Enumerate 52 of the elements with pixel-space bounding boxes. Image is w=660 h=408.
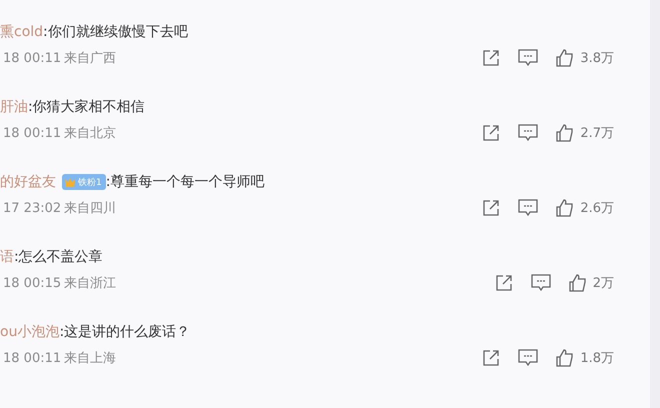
share-button[interactable] (482, 49, 500, 67)
thumbs-up-icon (556, 124, 574, 142)
share-icon (482, 349, 500, 367)
comment-icon (530, 274, 551, 292)
thumbs-up-icon (568, 274, 587, 292)
like-button[interactable]: 1.8万 (556, 349, 614, 367)
comment-text: :你们就继续傲慢下去吧 (43, 23, 188, 41)
user-name[interactable]: ou小泡泡 (0, 323, 60, 341)
like-button[interactable]: 2.7万 (556, 124, 614, 142)
comment-text: :尊重每一个每一个导师吧 (106, 173, 264, 191)
comment-time: 17 23:02 (3, 200, 62, 216)
comment-icon (518, 49, 538, 67)
comment-time: 18 00:11 (3, 50, 62, 66)
like-button[interactable]: 2.6万 (556, 199, 614, 217)
comment-icon (518, 199, 538, 217)
comment-icon (518, 124, 538, 142)
comment-text: :你猜大家相不相信 (28, 98, 145, 116)
comment-time: 18 00:11 (3, 350, 62, 366)
like-button[interactable]: 2万 (568, 274, 614, 292)
share-button[interactable] (482, 199, 500, 217)
reply-button[interactable] (530, 274, 551, 292)
thumbs-up-icon (556, 199, 574, 217)
user-name[interactable]: 的好盆友 (0, 173, 56, 191)
comment-icon (518, 349, 538, 367)
user-name[interactable]: 肝油 (0, 98, 28, 116)
user-name[interactable]: 语 (0, 248, 14, 266)
comment-time: 18 00:15 (3, 276, 62, 290)
badge-label: 铁粉1 (78, 176, 102, 188)
share-icon (482, 49, 500, 67)
reply-button[interactable] (518, 124, 538, 142)
fan-badge-icon (64, 176, 76, 188)
user-name[interactable]: 熏cold (0, 23, 44, 41)
comment-location: 来自上海 (64, 350, 116, 367)
reply-button[interactable] (518, 49, 538, 67)
like-button[interactable]: 3.8万 (556, 49, 614, 67)
thumbs-up-icon (556, 49, 574, 67)
reply-button[interactable] (518, 199, 538, 217)
share-button[interactable] (482, 124, 500, 142)
comment-location: 来自四川 (64, 200, 116, 217)
thumbs-up-icon (556, 349, 574, 367)
share-icon (482, 199, 500, 217)
comment-text: :怎么不盖公章 (14, 248, 103, 266)
comment-location: 来自北京 (64, 125, 116, 142)
comment-location: 来自浙江 (64, 275, 116, 292)
share-button[interactable] (482, 349, 500, 367)
share-button[interactable] (494, 274, 513, 292)
comment-text: :这是讲的什么废话？ (59, 323, 190, 341)
reply-button[interactable] (518, 349, 538, 367)
comment-time: 18 00:11 (3, 126, 62, 140)
share-icon (482, 124, 500, 142)
comment-location: 来自广西 (64, 50, 116, 67)
share-icon (494, 274, 513, 292)
